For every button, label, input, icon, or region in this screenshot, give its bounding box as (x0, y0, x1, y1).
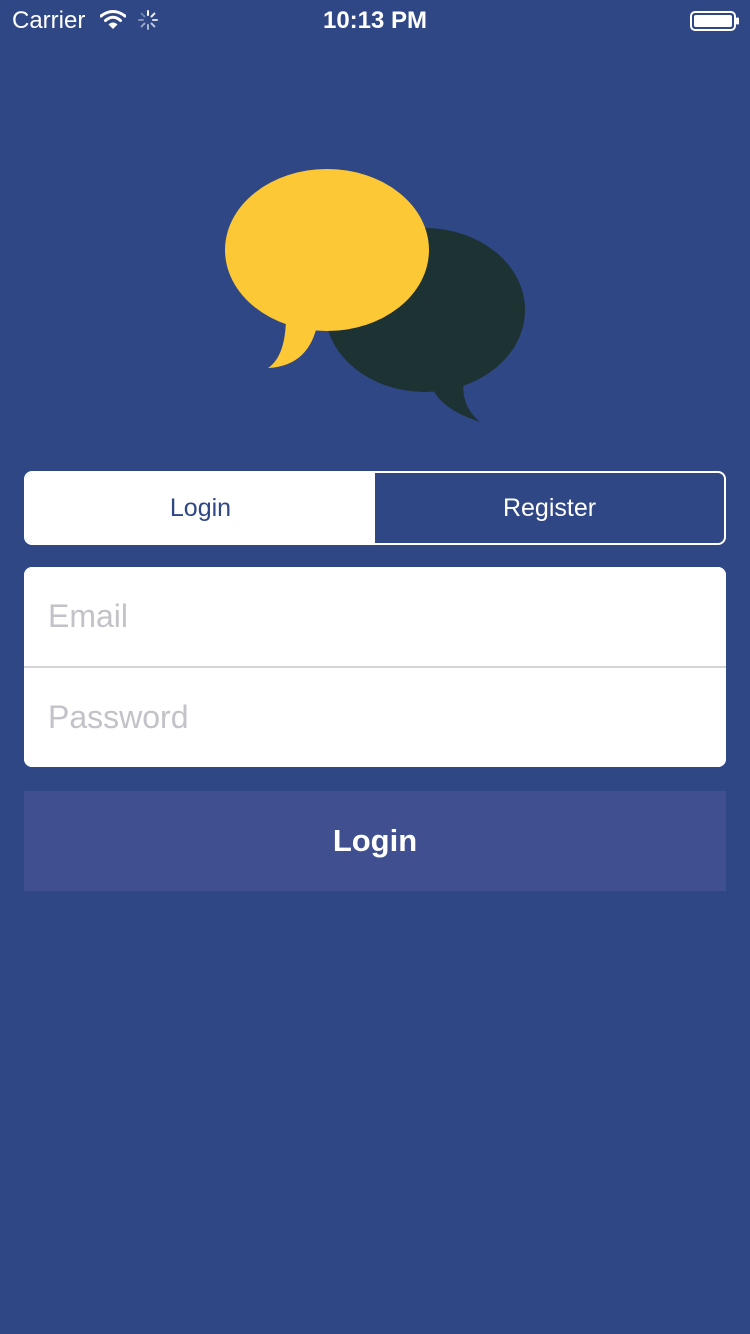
tab-register[interactable]: Register (375, 473, 724, 543)
login-button[interactable]: Login (24, 791, 726, 891)
password-field[interactable] (24, 668, 726, 767)
chat-bubbles-icon (225, 169, 525, 422)
login-form (24, 567, 726, 767)
login-register-tabs: Login Register (24, 471, 726, 545)
email-field[interactable] (24, 567, 726, 666)
tab-login[interactable]: Login (26, 473, 375, 543)
status-time: 10:13 PM (322, 7, 428, 34)
status-bar: Carrier 10:13 PM (0, 0, 750, 40)
battery-icon (690, 11, 739, 31)
